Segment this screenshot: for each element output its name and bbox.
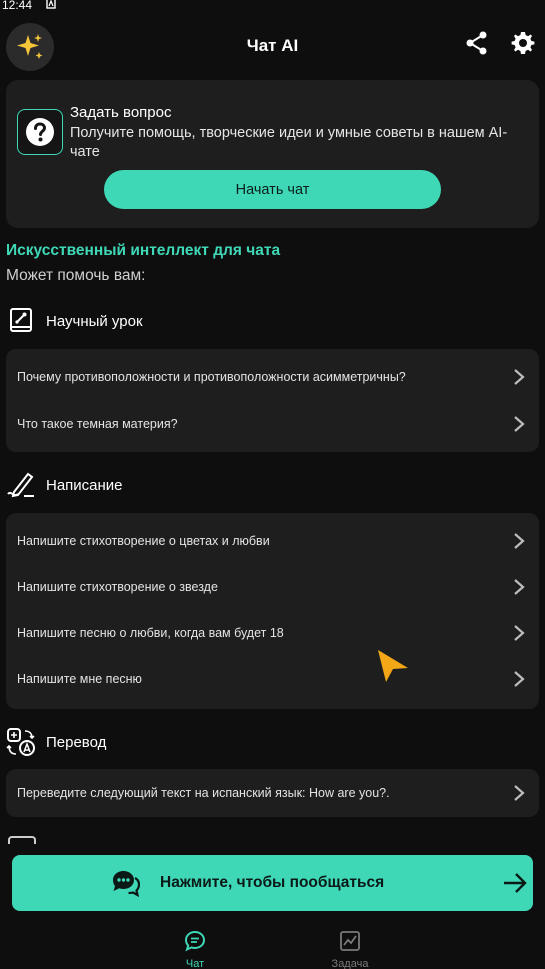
chart-icon [340, 931, 360, 951]
ask-title: Задать вопрос [70, 104, 172, 121]
translate-icon [6, 727, 36, 757]
notification-icon [46, 0, 56, 9]
science-book-icon [6, 306, 36, 336]
category-label: Научный урок [46, 312, 143, 330]
prompt-item[interactable]: Почему противоположности и противоположн… [6, 354, 539, 400]
prompt-item[interactable]: Напишите стихотворение о цветах и любви [6, 518, 539, 564]
tab-label: Чат [185, 958, 205, 969]
arrow-right-icon [504, 873, 527, 893]
chevron-right-icon [514, 533, 525, 549]
section-subheading: Может помочь вам: [6, 267, 146, 284]
chevron-right-icon [514, 416, 525, 432]
category-translate: Перевод [6, 726, 106, 758]
chevron-right-icon [514, 671, 525, 687]
chevron-right-icon [514, 579, 525, 595]
chevron-right-icon [514, 625, 525, 641]
question-icon-box [17, 109, 63, 155]
chat-bubbles-icon [113, 871, 140, 897]
section-heading: Искусственный интеллект для чата [6, 242, 281, 259]
chevron-right-icon [514, 785, 525, 801]
question-icon [26, 118, 54, 146]
prompt-item[interactable]: Напишите мне песню [6, 656, 539, 702]
science-prompts-card: Почему противоположности и противоположн… [6, 349, 539, 452]
gear-icon[interactable] [510, 30, 536, 56]
cursor-pointer-icon [378, 650, 408, 682]
translate-prompts-card: Переведите следующий текст на испанский … [6, 769, 539, 817]
cta-label: Нажмите, чтобы пообщаться [160, 874, 385, 891]
share-icon[interactable] [464, 30, 490, 56]
chat-icon [184, 930, 206, 952]
category-science: Научный урок [6, 305, 143, 337]
start-chat-button[interactable]: Начать чат [104, 170, 441, 209]
bottom-nav: Чат Задача [0, 922, 545, 969]
app-header: Чат AI [0, 20, 545, 71]
tab-chat[interactable]: Чат [155, 930, 235, 969]
pen-writing-icon [6, 470, 36, 500]
prompt-item[interactable]: Переведите следующий текст на испанский … [6, 770, 539, 816]
category-label: Перевод [46, 733, 107, 751]
prompt-item[interactable]: Что такое темная материя? [6, 401, 539, 447]
writing-prompts-card: Напишите стихотворение о цветах и любви … [6, 513, 539, 709]
prompt-item[interactable]: Напишите стихотворение о звезде [6, 564, 539, 610]
chevron-right-icon [514, 369, 525, 385]
tab-label: Задача [331, 958, 369, 969]
tab-task[interactable]: Задача [310, 930, 390, 969]
next-category-icon [8, 836, 36, 844]
category-writing: Написание [6, 469, 123, 501]
prompt-item[interactable]: Напишите песню о любви, когда вам будет … [6, 610, 539, 656]
category-label: Написание [46, 476, 123, 494]
status-time: 12:44 [2, 0, 33, 12]
ask-description: Получите помощь, творческие идеи и умные… [70, 125, 508, 160]
start-chatting-button[interactable]: Нажмите, чтобы пообщаться [12, 855, 533, 911]
status-bar: 12:44 [0, 0, 545, 12]
ask-question-card: Задать вопрос Получите помощь, творчески… [6, 80, 539, 228]
